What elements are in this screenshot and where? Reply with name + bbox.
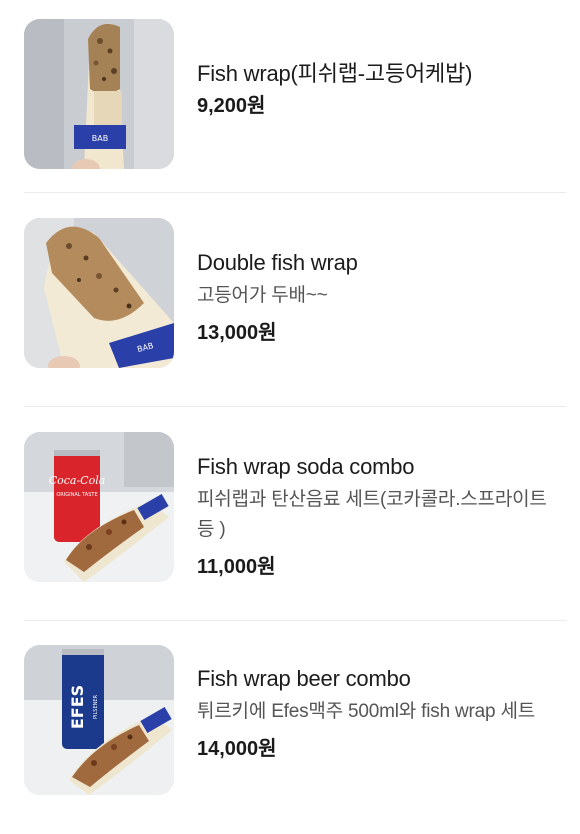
beer-sub-text: PILSENER [93, 694, 99, 719]
menu-item-beer-combo[interactable]: EFES PILSENER Fish wrap beer combo 튀르키에 … [0, 621, 580, 834]
item-info: Fish wrap soda combo 피쉬랩과 탄산음료 세트(코카콜라.스… [197, 453, 566, 581]
can-brand-text: Coca-Cola [49, 474, 106, 487]
menu-item-fish-wrap[interactable]: BAB Fish wrap(피쉬랩-고등어케밥) 9,200원 [0, 0, 580, 190]
beer-combo-photo: EFES PILSENER [24, 645, 174, 795]
item-info: Fish wrap beer combo 튀르키에 Efes맥주 500ml와 … [197, 665, 566, 763]
item-price: 14,000원 [197, 738, 277, 760]
double-fish-wrap-image[interactable]: BAB [24, 218, 174, 368]
item-name: Fish wrap beer combo [197, 666, 411, 691]
beer-combo-image[interactable]: EFES PILSENER [24, 645, 174, 795]
can-sub-text: ORIGINAL TASTE [56, 492, 97, 498]
fish-wrap-photo: BAB [24, 19, 174, 169]
menu-list: BAB Fish wrap(피쉬랩-고등어케밥) 9,200원 BAB Doub… [0, 0, 580, 834]
fish-wrap-image[interactable]: BAB [24, 19, 174, 169]
soda-combo-image[interactable]: Coca-Cola ORIGINAL TASTE [24, 432, 174, 582]
item-price: 13,000원 [197, 322, 277, 344]
item-name: Fish wrap(피쉬랩-고등어케밥) [197, 61, 473, 86]
item-info: Fish wrap(피쉬랩-고등어케밥) 9,200원 [197, 60, 566, 120]
item-description: 고등어가 두배~~ [197, 285, 328, 306]
item-price: 9,200원 [197, 95, 266, 117]
wrap-band-text: BAB [92, 134, 108, 143]
soda-combo-photo: Coca-Cola ORIGINAL TASTE [24, 432, 174, 582]
beer-brand-text: EFES [68, 685, 87, 729]
item-info: Double fish wrap 고등어가 두배~~ 13,000원 [197, 249, 566, 347]
item-description: 튀르키에 Efes맥주 500ml와 fish wrap 세트 [197, 701, 536, 722]
double-fish-wrap-photo: BAB [24, 218, 174, 368]
item-description: 피쉬랩과 탄산음료 세트(코카콜라.스프라이트 등 ) [197, 489, 547, 540]
menu-item-double-fish-wrap[interactable]: BAB Double fish wrap 고등어가 두배~~ 13,000원 [0, 193, 580, 406]
item-name: Fish wrap soda combo [197, 454, 415, 479]
item-name: Double fish wrap [197, 250, 358, 275]
menu-item-soda-combo[interactable]: Coca-Cola ORIGINAL TASTE Fish wrap soda … [0, 407, 580, 620]
item-price: 11,000원 [197, 556, 276, 578]
